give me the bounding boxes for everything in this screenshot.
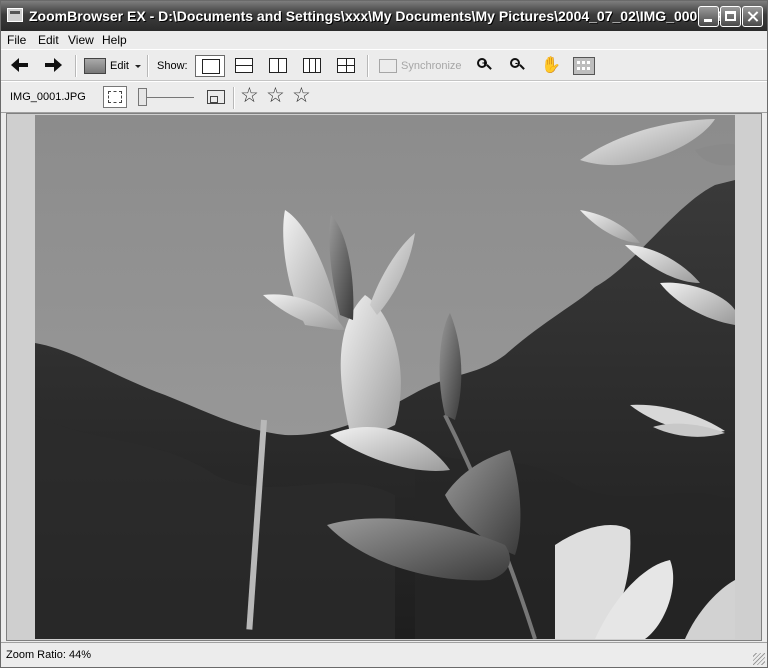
layout-three-columns-button[interactable] (297, 55, 327, 77)
zoom-out-icon[interactable]: - (510, 58, 526, 74)
show-label: Show: (157, 60, 188, 72)
window-title: ZoomBrowser EX - D:\Documents and Settin… (29, 8, 738, 24)
toolbar-separator (367, 55, 369, 77)
close-button[interactable] (742, 6, 763, 27)
zoom-in-icon[interactable]: + (477, 58, 493, 74)
viewer-toolbar: IMG_0001.JPG ☆ ☆ ☆ (1, 81, 767, 113)
zoom-slider-thumb[interactable] (138, 88, 147, 106)
star-rating-1-icon[interactable]: ☆ (240, 84, 259, 108)
layout-horizontal-split-icon (235, 58, 253, 73)
fit-to-window-button[interactable] (103, 86, 127, 108)
actual-size-icon[interactable] (207, 90, 225, 104)
layout-vertical-split-button[interactable] (263, 55, 293, 77)
title-bar[interactable]: ZoomBrowser EX - D:\Documents and Settin… (1, 1, 767, 31)
minimize-button[interactable] (698, 6, 719, 27)
menu-view[interactable]: View (68, 33, 94, 47)
back-arrow-icon[interactable] (11, 58, 29, 72)
image-viewer[interactable] (6, 113, 762, 641)
toolbar-separator (147, 55, 149, 77)
menu-bar: File Edit View Help (1, 31, 767, 49)
menu-help[interactable]: Help (102, 33, 127, 47)
layout-three-columns-icon (303, 58, 321, 73)
zoom-slider-track[interactable] (146, 97, 194, 98)
menu-file[interactable]: File (7, 33, 26, 47)
file-name: IMG_0001.JPG (10, 91, 86, 103)
hand-pan-icon[interactable]: ✋ (541, 55, 561, 75)
status-bar: Zoom Ratio: 44% (1, 642, 767, 667)
star-rating-3-icon[interactable]: ☆ (292, 84, 311, 108)
photo-image (35, 115, 735, 639)
layout-single-button[interactable] (195, 55, 225, 77)
menu-edit[interactable]: Edit (38, 33, 59, 47)
edit-button-label[interactable]: Edit (110, 60, 129, 72)
synchronize-icon (379, 59, 397, 73)
star-rating-2-icon[interactable]: ☆ (266, 84, 285, 108)
toolbar-separator (75, 55, 77, 77)
main-toolbar: Edit Show: Synchronize + - ✋ (1, 49, 767, 81)
synchronize-button[interactable]: Synchronize (401, 60, 462, 72)
maximize-button[interactable] (720, 6, 741, 27)
app-window: ZoomBrowser EX - D:\Documents and Settin… (0, 0, 768, 668)
toolbar-separator (233, 87, 235, 109)
edit-image-icon[interactable] (84, 58, 106, 74)
layout-four-grid-icon (337, 58, 355, 73)
layout-vertical-split-icon (269, 58, 287, 73)
layout-single-icon (202, 59, 220, 74)
layout-horizontal-split-button[interactable] (229, 55, 259, 77)
resize-grip-icon[interactable] (753, 653, 765, 665)
layout-four-grid-button[interactable] (331, 55, 361, 77)
thumbnail-grid-icon[interactable] (573, 57, 595, 75)
app-icon (7, 8, 23, 22)
zoom-ratio-text: Zoom Ratio: 44% (6, 649, 91, 661)
edit-dropdown-arrow-icon[interactable] (135, 65, 141, 68)
forward-arrow-icon[interactable] (44, 58, 62, 72)
